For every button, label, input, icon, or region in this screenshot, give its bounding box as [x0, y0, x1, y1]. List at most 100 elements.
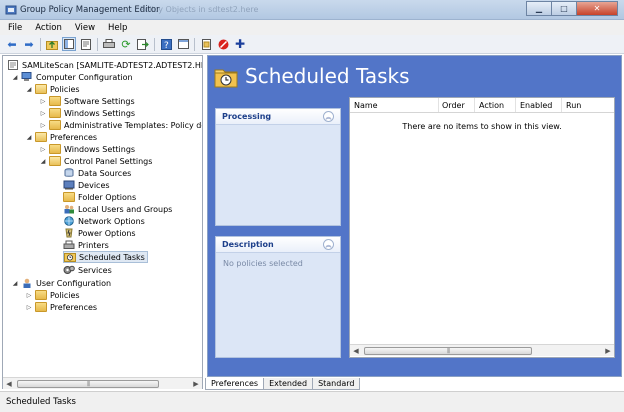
- collapse-arrow-icon[interactable]: ◢: [39, 158, 47, 165]
- expand-arrow-icon[interactable]: ▷: [39, 98, 47, 105]
- forward-button[interactable]: ➡: [22, 37, 36, 51]
- expand-arrow-icon[interactable]: ▷: [25, 304, 33, 311]
- scrollbar-track[interactable]: |||: [362, 345, 602, 356]
- properties-button[interactable]: [79, 37, 93, 51]
- show-hide-tree-button[interactable]: [62, 37, 76, 51]
- processing-panel-header[interactable]: Processing ︽: [216, 109, 340, 125]
- tab-preferences[interactable]: Preferences: [205, 378, 265, 390]
- column-divider[interactable]: [515, 98, 516, 112]
- tree-item-windows-settings[interactable]: ▷ Windows Settings: [39, 107, 135, 119]
- expand-arrow-icon[interactable]: ▷: [39, 122, 47, 129]
- show-hide-tree-icon: [64, 39, 74, 49]
- maximize-icon: □: [560, 4, 568, 13]
- forward-icon: ➡: [24, 37, 34, 51]
- tree-item-data-sources[interactable]: Data Sources: [63, 167, 131, 179]
- column-header-enabled[interactable]: Enabled: [520, 101, 552, 110]
- expand-arrow-icon[interactable]: ▷: [25, 292, 33, 299]
- collapse-arrow-icon[interactable]: ◢: [25, 86, 33, 93]
- empty-list-message: There are no items to show in this view.: [402, 122, 562, 131]
- tree-item-policies[interactable]: ◢ Policies: [25, 83, 80, 95]
- background-window-title: Policy Objects in sdtest2.here: [140, 5, 259, 14]
- column-divider[interactable]: [438, 98, 439, 112]
- tree-item-control-panel-settings[interactable]: ◢ Control Panel Settings: [39, 155, 152, 167]
- export-button[interactable]: [136, 37, 150, 51]
- tree-item-pref-windows-settings[interactable]: ▷ Windows Settings: [39, 143, 135, 155]
- tree-item-preferences[interactable]: ◢ Preferences: [25, 131, 97, 143]
- menu-file[interactable]: File: [8, 23, 22, 33]
- tree-item-software-settings[interactable]: ▷ Software Settings: [39, 95, 135, 107]
- tree-item-scheduled-tasks[interactable]: Scheduled Tasks: [63, 251, 148, 263]
- back-button[interactable]: ⬅: [5, 37, 19, 51]
- console-icon: [177, 39, 189, 49]
- folder-icon: [35, 290, 47, 300]
- menu-view[interactable]: View: [75, 23, 95, 33]
- column-divider[interactable]: [474, 98, 475, 112]
- tree-horizontal-scrollbar[interactable]: ◀ ||| ▶: [3, 377, 202, 389]
- minimize-button[interactable]: ▁: [526, 1, 552, 16]
- tree-item-user-preferences[interactable]: ▷ Preferences: [25, 301, 97, 313]
- menu-action[interactable]: Action: [35, 23, 62, 33]
- printer-icon: [63, 240, 75, 249]
- column-header-order[interactable]: Order: [442, 101, 465, 110]
- tree-item-printers[interactable]: Printers: [63, 239, 109, 251]
- expand-arrow-icon[interactable]: ▷: [39, 110, 47, 117]
- print-button[interactable]: [102, 37, 116, 51]
- tree-item-label: Control Panel Settings: [64, 156, 153, 166]
- stop-button[interactable]: [216, 37, 230, 51]
- console-button[interactable]: [176, 37, 190, 51]
- column-header-run[interactable]: Run: [566, 101, 581, 110]
- gpo-editor-icon: [5, 5, 17, 15]
- refresh-button[interactable]: ⟳: [119, 37, 133, 51]
- tab-standard[interactable]: Standard: [312, 378, 361, 390]
- view-tabs: Preferences Extended Standard: [205, 378, 361, 390]
- task-list-view[interactable]: Name Order Action Enabled Run There are …: [349, 97, 615, 358]
- tree-item-devices[interactable]: Devices: [63, 179, 110, 191]
- title-bar[interactable]: Group Policy Management Editor Policy Ob…: [0, 0, 624, 20]
- collapse-chevron-icon[interactable]: ︽: [323, 239, 334, 250]
- column-header-action[interactable]: Action: [479, 101, 504, 110]
- tree-item-network-options[interactable]: Network Options: [63, 215, 145, 227]
- scrollbar-thumb[interactable]: |||: [364, 347, 532, 355]
- collapse-arrow-icon[interactable]: ◢: [11, 74, 19, 81]
- folder-icon: [49, 120, 61, 130]
- column-divider[interactable]: [561, 98, 562, 112]
- add-button[interactable]: ✚: [233, 37, 247, 51]
- tab-extended[interactable]: Extended: [263, 378, 314, 390]
- console-tree[interactable]: SAMLiteScan [SAMLITE-ADTEST2.ADTEST2.HER…: [2, 55, 203, 389]
- menu-help[interactable]: Help: [108, 23, 127, 33]
- minimize-icon: ▁: [535, 4, 543, 13]
- tree-item-label: Preferences: [50, 132, 98, 142]
- tree-item-user-policies[interactable]: ▷ Policies: [25, 289, 80, 301]
- help-button[interactable]: ?: [159, 37, 173, 51]
- toolbar-separator: [154, 37, 155, 51]
- description-panel-header[interactable]: Description ︽: [216, 237, 340, 253]
- column-header-name[interactable]: Name: [354, 101, 378, 110]
- scroll-right-icon[interactable]: ▶: [190, 380, 202, 388]
- collapse-chevron-icon[interactable]: ︽: [323, 111, 334, 122]
- scroll-left-icon[interactable]: ◀: [3, 380, 15, 388]
- tree-item-administrative-templates[interactable]: ▷ Administrative Templates: Policy defin…: [39, 119, 202, 131]
- processing-panel-title: Processing: [222, 112, 272, 121]
- list-horizontal-scrollbar[interactable]: ◀ ||| ▶: [350, 344, 614, 356]
- maximize-button[interactable]: □: [551, 1, 577, 16]
- tree-item-local-users-groups[interactable]: Local Users and Groups: [63, 203, 172, 215]
- tree-item-computer-configuration[interactable]: ◢ Computer Configuration: [11, 71, 133, 83]
- tree-item-folder-options[interactable]: Folder Options: [63, 191, 136, 203]
- tree-item-services[interactable]: Services: [63, 264, 112, 276]
- new-button[interactable]: [199, 37, 213, 51]
- scrollbar-track[interactable]: |||: [15, 378, 190, 389]
- up-folder-button[interactable]: [45, 37, 59, 51]
- tree-item-user-configuration[interactable]: ◢ User Configuration: [11, 277, 111, 289]
- expand-arrow-icon[interactable]: ▷: [39, 146, 47, 153]
- toolbar: ⬅ ➡ ⟳ ? ✚: [0, 35, 624, 54]
- tree-item-power-options[interactable]: Power Options: [63, 227, 136, 239]
- scroll-right-icon[interactable]: ▶: [602, 347, 614, 355]
- scrollbar-thumb[interactable]: |||: [17, 380, 159, 388]
- tree-root[interactable]: SAMLiteScan [SAMLITE-ADTEST2.ADTEST2.HER…: [7, 59, 202, 71]
- collapse-arrow-icon[interactable]: ◢: [11, 280, 19, 287]
- close-button[interactable]: ✕: [576, 1, 618, 16]
- tree-item-label: Preferences: [50, 302, 98, 312]
- collapse-arrow-icon[interactable]: ◢: [25, 134, 33, 141]
- list-header: Name Order Action Enabled Run: [350, 98, 614, 113]
- scroll-left-icon[interactable]: ◀: [350, 347, 362, 355]
